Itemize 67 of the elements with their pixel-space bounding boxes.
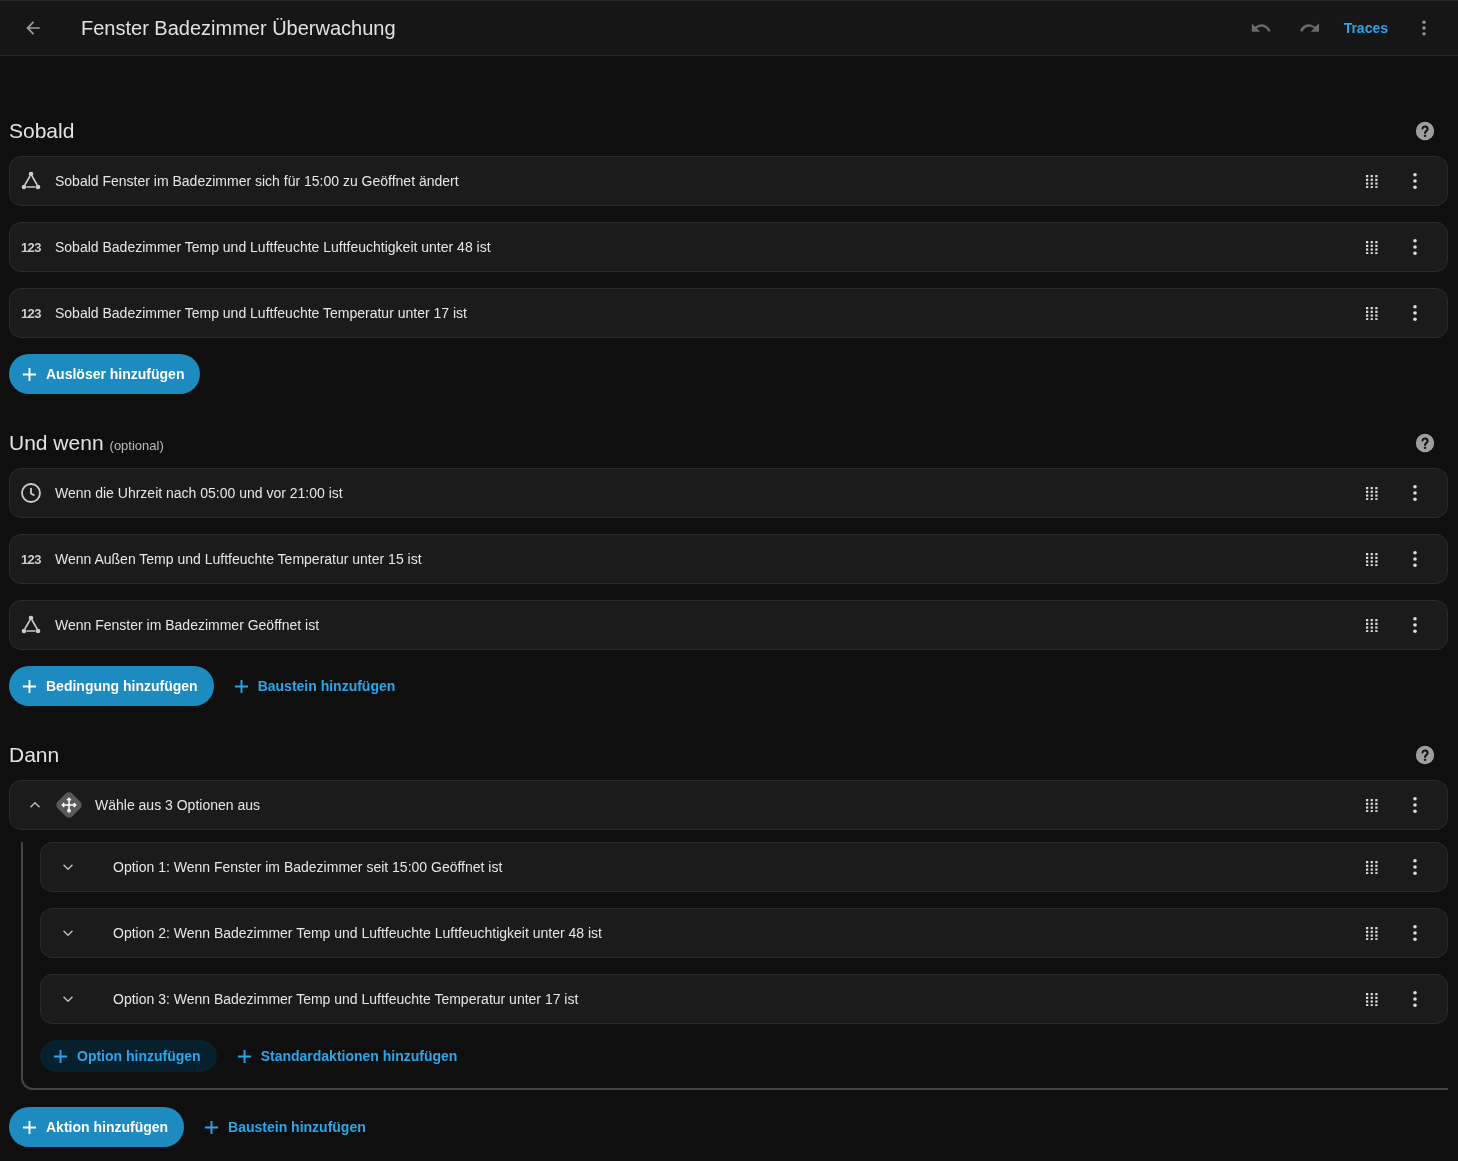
option-row[interactable]: Option 3: Wenn Badezimmer Temp und Luftfeuchte Temperatur unter 17 ist bbox=[40, 974, 1448, 1024]
row-label: Wenn Außen Temp und Luftfeuchte Temperatur unter 15 ist bbox=[55, 551, 422, 567]
add-button[interactable]: Baustein hinzufügen bbox=[223, 666, 412, 706]
help-icon[interactable] bbox=[1414, 744, 1436, 766]
add-button[interactable]: Auslöser hinzufügen bbox=[9, 354, 201, 394]
drag-handle-icon[interactable] bbox=[1366, 306, 1379, 320]
row-label: Wenn Fenster im Badezimmer Geöffnet ist bbox=[55, 617, 320, 633]
automation-row[interactable]: Wähle aus 3 Optionen aus bbox=[9, 780, 1448, 830]
add-button[interactable]: Bedingung hinzufügen bbox=[9, 666, 214, 706]
drag-handle-icon[interactable] bbox=[1366, 860, 1379, 874]
plus-icon bbox=[22, 366, 37, 382]
section-title: Sobald bbox=[9, 119, 75, 143]
numeric-icon: 123 bbox=[19, 305, 43, 321]
drag-handle-icon[interactable] bbox=[1366, 486, 1379, 500]
row-label: Option 3: Wenn Badezimmer Temp und Luftfeuchte Temperatur unter 17 ist bbox=[113, 991, 579, 1007]
plus-icon bbox=[204, 1119, 220, 1135]
add-button[interactable]: Option hinzufügen bbox=[40, 1040, 217, 1072]
page-title: Fenster Badezimmer Überwachung bbox=[81, 16, 396, 40]
row-label: Option 2: Wenn Badezimmer Temp und Luftfeuchte Luftfeuchtigkeit unter 48 ist bbox=[113, 925, 602, 941]
numeric-icon: 123 bbox=[19, 239, 43, 255]
add-button[interactable]: Standardaktionen hinzufügen bbox=[226, 1040, 474, 1072]
plus-icon bbox=[22, 1119, 37, 1135]
automation-row[interactable]: Wenn die Uhrzeit nach 05:00 und vor 21:00 ist bbox=[9, 468, 1448, 518]
section-title: Und wenn bbox=[9, 431, 104, 455]
more-icon[interactable] bbox=[1412, 550, 1418, 568]
row-label: Sobald Badezimmer Temp und Luftfeuchte Temperatur unter 17 ist bbox=[55, 305, 467, 321]
more-icon[interactable] bbox=[1412, 858, 1418, 876]
plus-icon bbox=[233, 678, 249, 694]
option-row[interactable]: Option 1: Wenn Fenster im Badezimmer seit 15:00 Geöffnet ist bbox=[40, 842, 1448, 892]
section-note: (optional) bbox=[109, 438, 164, 453]
clock-icon bbox=[19, 481, 43, 505]
plus-icon bbox=[22, 678, 37, 694]
plus-icon bbox=[236, 1048, 252, 1064]
more-icon[interactable] bbox=[1412, 304, 1418, 322]
help-icon[interactable] bbox=[1414, 432, 1436, 454]
more-icon[interactable] bbox=[1412, 616, 1418, 634]
drag-handle-icon[interactable] bbox=[1366, 174, 1379, 188]
automation-row[interactable]: 123 Sobald Badezimmer Temp und Luftfeuchte Temperatur unter 17 ist bbox=[9, 288, 1448, 338]
more-icon[interactable] bbox=[1412, 238, 1418, 256]
automation-row[interactable]: 123 Wenn Außen Temp und Luftfeuchte Temperatur unter 15 ist bbox=[9, 534, 1448, 584]
drag-handle-icon[interactable] bbox=[1366, 992, 1379, 1006]
more-icon[interactable] bbox=[1412, 796, 1418, 814]
add-button[interactable]: Baustein hinzufügen bbox=[194, 1107, 382, 1147]
drag-handle-icon[interactable] bbox=[1366, 240, 1379, 254]
drag-handle-icon[interactable] bbox=[1366, 618, 1379, 632]
plus-icon bbox=[53, 1048, 68, 1064]
section-title: Dann bbox=[9, 743, 60, 767]
more-icon[interactable] bbox=[1412, 990, 1418, 1008]
row-label: Sobald Badezimmer Temp und Luftfeuchte Luftfeuchtigkeit unter 48 ist bbox=[55, 239, 491, 255]
automation-row[interactable]: 123 Sobald Badezimmer Temp und Luftfeuchte Luftfeuchtigkeit unter 48 ist bbox=[9, 222, 1448, 272]
row-label: Wähle aus 3 Optionen aus bbox=[95, 797, 260, 813]
drag-handle-icon[interactable] bbox=[1366, 798, 1379, 812]
option-row[interactable]: Option 2: Wenn Badezimmer Temp und Luftfeuchte Luftfeuchtigkeit unter 48 ist bbox=[40, 908, 1448, 958]
row-label: Sobald Fenster im Badezimmer sich für 15:00 zu Geöffnet ändert bbox=[55, 173, 459, 189]
traces-button[interactable]: Traces bbox=[1343, 20, 1388, 36]
automation-row[interactable]: Sobald Fenster im Badezimmer sich für 15:00 zu Geöffnet ändert bbox=[9, 156, 1448, 206]
add-button[interactable]: Aktion hinzufügen bbox=[9, 1107, 185, 1147]
automation-row[interactable]: Wenn Fenster im Badezimmer Geöffnet ist bbox=[9, 600, 1448, 650]
row-label: Option 1: Wenn Fenster im Badezimmer seit 15:00 Geöffnet ist bbox=[113, 859, 503, 875]
more-icon[interactable] bbox=[1412, 924, 1418, 942]
drag-handle-icon[interactable] bbox=[1366, 926, 1379, 940]
numeric-icon: 123 bbox=[19, 551, 43, 567]
drag-handle-icon[interactable] bbox=[1366, 552, 1379, 566]
row-label: Wenn die Uhrzeit nach 05:00 und vor 21:00 ist bbox=[55, 485, 343, 501]
help-icon[interactable] bbox=[1414, 120, 1436, 142]
more-icon[interactable] bbox=[1412, 484, 1418, 502]
more-icon[interactable] bbox=[1412, 172, 1418, 190]
